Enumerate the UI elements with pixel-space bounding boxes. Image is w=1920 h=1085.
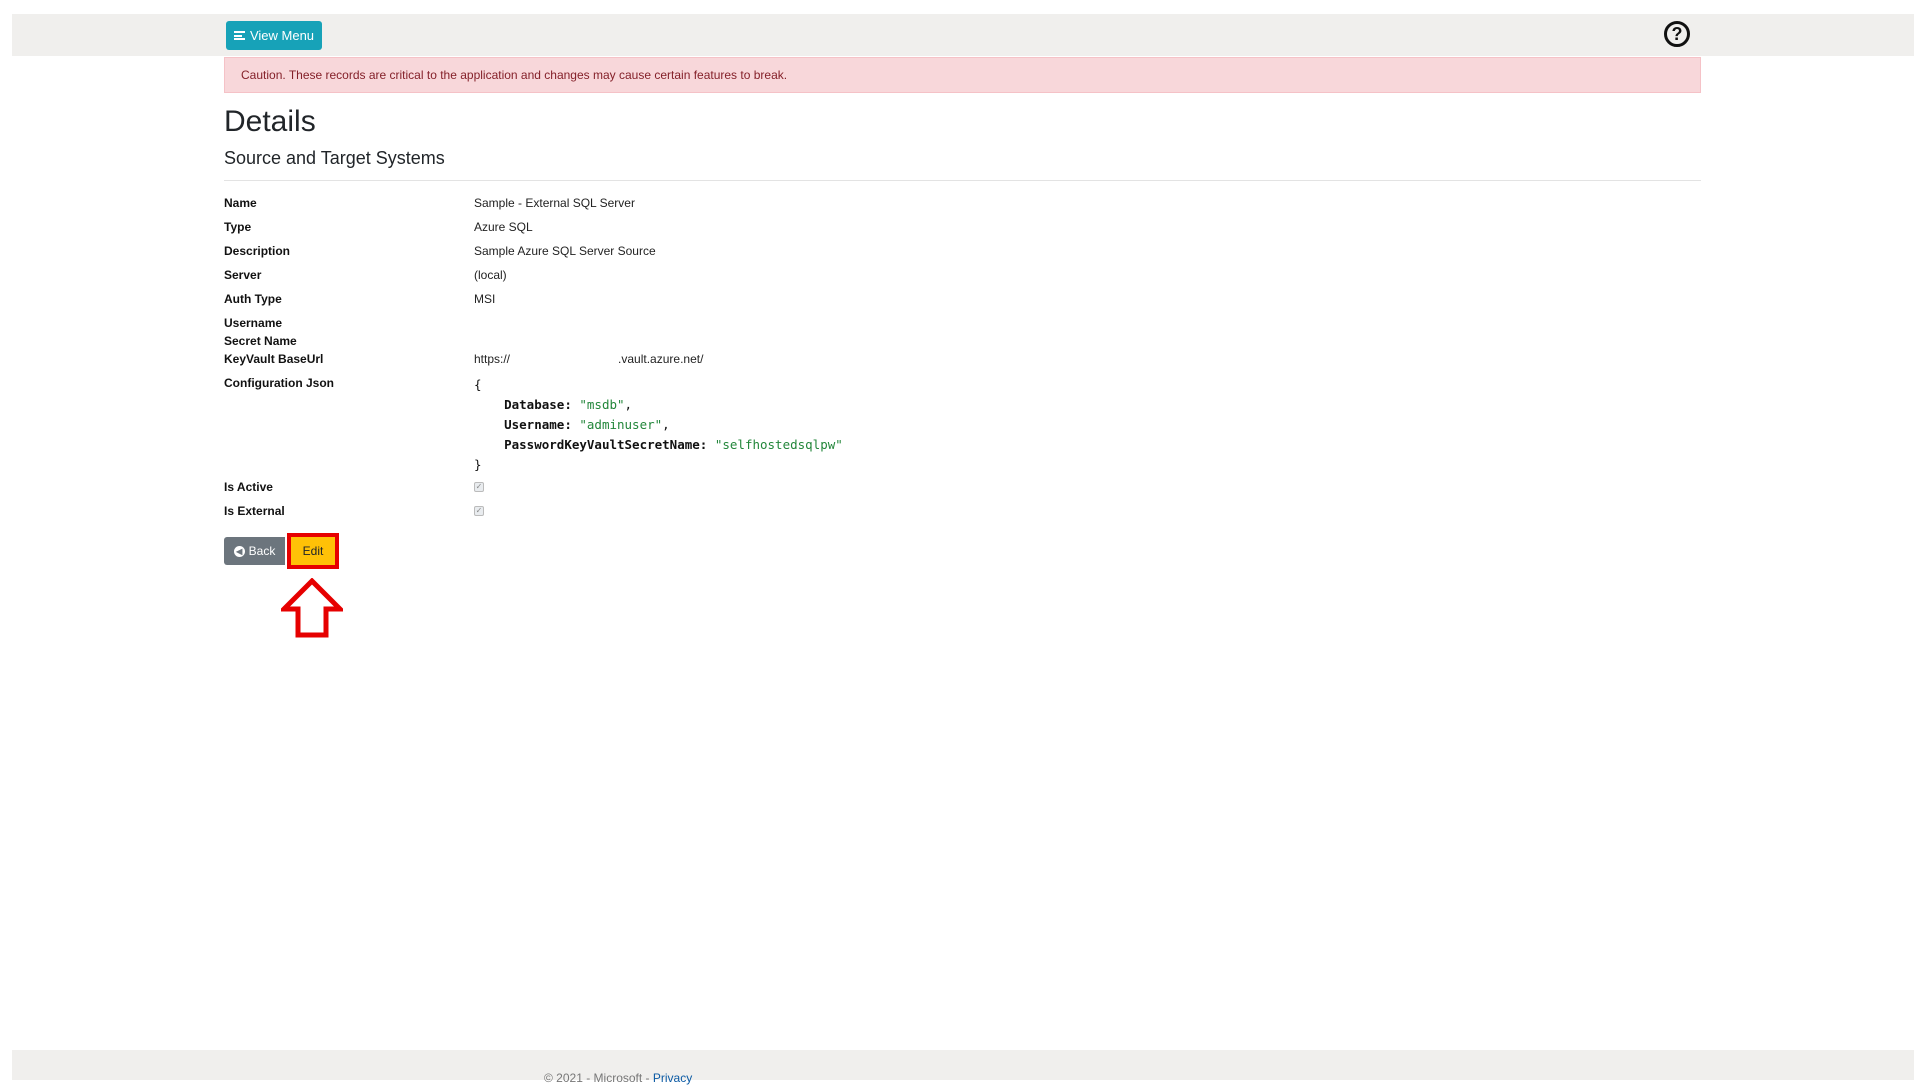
field-value-name: Sample - External SQL Server: [474, 196, 635, 210]
field-label-type: Type: [224, 220, 252, 234]
privacy-link[interactable]: Privacy: [653, 1071, 692, 1085]
field-label-is-external: Is External: [224, 504, 285, 518]
keyvault-url-prefix: https://: [474, 352, 511, 366]
field-label-is-active: Is Active: [224, 480, 273, 494]
page-title: Details: [224, 105, 316, 138]
json-open-brace: {: [474, 377, 482, 392]
json-entry: Username: "adminuser",: [504, 417, 670, 432]
edit-button-label: Edit: [302, 544, 324, 558]
page-footer: © 2021 - Microsoft - Privacy: [12, 1050, 1914, 1085]
field-label-description: Description: [224, 244, 291, 258]
is-active-checkbox: ✓: [474, 482, 484, 492]
view-menu-label: View Menu: [249, 28, 315, 43]
edit-button[interactable]: Edit: [287, 533, 339, 569]
top-navbar: View Menu ?: [12, 14, 1914, 56]
field-label-configuration-json: Configuration Json: [224, 376, 334, 390]
keyvault-url-suffix: .vault.azure.net/: [618, 352, 704, 366]
question-circle-icon[interactable]: ?: [1664, 21, 1690, 47]
field-label-secret-name: Secret Name: [224, 334, 297, 348]
is-external-checkbox: ✓: [474, 506, 484, 516]
json-entry: PasswordKeyVaultSecretName: "selfhosteds…: [504, 437, 843, 452]
field-label-auth-type: Auth Type: [224, 292, 282, 306]
json-entry: Database: "msdb",: [504, 397, 633, 412]
field-value-description: Sample Azure SQL Server Source: [474, 244, 656, 258]
field-label-keyvault-baseurl: KeyVault BaseUrl: [224, 352, 324, 366]
alert-text: Caution. These records are critical to t…: [241, 68, 788, 82]
field-value-server: (local): [474, 268, 507, 282]
back-button[interactable]: ◀ Back: [224, 537, 285, 565]
menu-icon: [233, 31, 245, 40]
field-value-auth-type: MSI: [474, 292, 496, 306]
page-subtitle: Source and Target Systems: [224, 148, 445, 168]
field-label-name: Name: [224, 196, 257, 210]
configuration-json-block: { Database: "msdb", Username: "adminuser…: [474, 375, 843, 475]
footer-text: © 2021 - Microsoft - Privacy: [544, 1071, 692, 1085]
up-arrow-annotation-icon: [281, 578, 343, 638]
back-button-label: Back: [248, 544, 276, 558]
arrow-left-circle-icon: ◀: [233, 545, 245, 557]
field-value-type: Azure SQL: [474, 220, 533, 234]
heading-divider: [224, 180, 1701, 181]
json-close-brace: }: [474, 457, 482, 472]
view-menu-button[interactable]: View Menu: [226, 21, 322, 50]
footer-copyright: © 2021 - Microsoft -: [544, 1071, 653, 1085]
field-value-keyvault-baseurl: https:// .vault.azure.net/: [474, 352, 703, 366]
caution-alert: Caution. These records are critical to t…: [224, 57, 1701, 93]
field-label-username: Username: [224, 316, 283, 330]
field-label-server: Server: [224, 268, 262, 282]
